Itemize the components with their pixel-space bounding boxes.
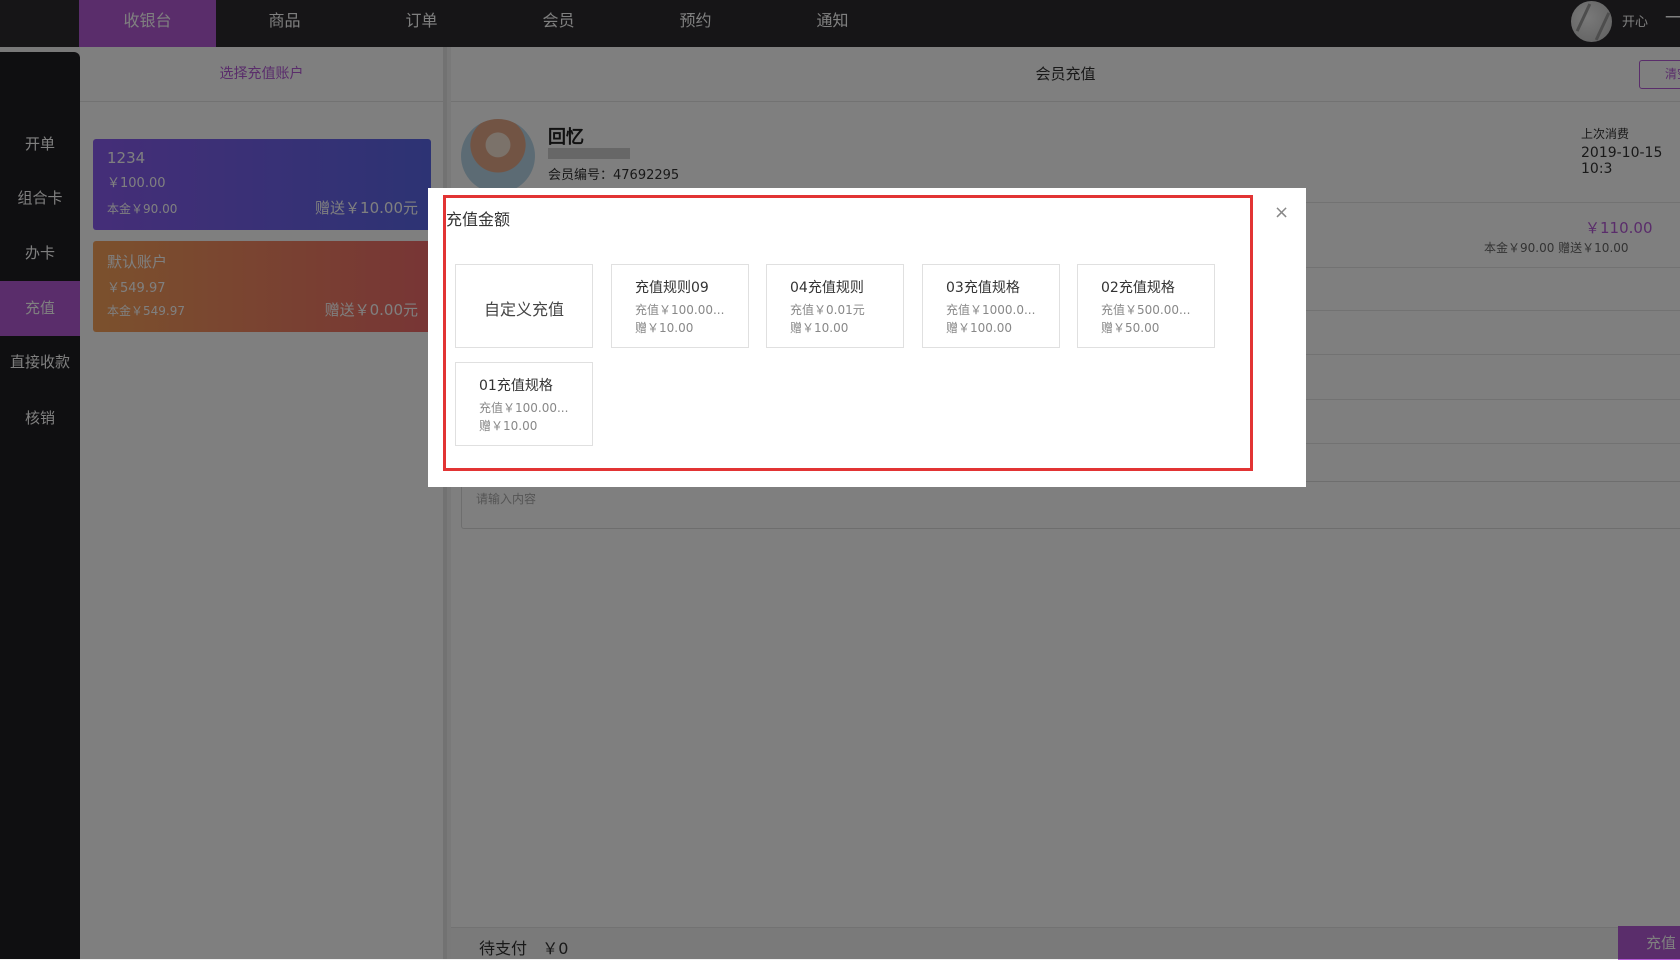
option-title: 03充值规格: [946, 280, 1020, 296]
option-gift: 赠￥50.00: [1101, 321, 1160, 335]
dialog-title: 充值金额: [446, 210, 511, 229]
option-charge: 充值￥100.00...: [479, 401, 569, 415]
option-gift: 赠￥10.00: [479, 419, 538, 433]
option-title: 充值规则09: [635, 280, 709, 296]
recharge-rule-option[interactable]: 01充值规格 充值￥100.00... 赠￥10.00: [455, 362, 593, 446]
option-gift: 赠￥10.00: [790, 321, 849, 335]
option-title: 自定义充值: [483, 300, 564, 319]
recharge-rule-option[interactable]: 02充值规格 充值￥500.00... 赠￥50.00: [1077, 264, 1215, 348]
close-icon[interactable]: ×: [1274, 202, 1289, 223]
option-gift: 赠￥10.00: [635, 321, 694, 335]
option-title: 01充值规格: [479, 378, 553, 394]
option-charge: 充值￥1000.0...: [946, 303, 1036, 317]
option-gift: 赠￥100.00: [946, 321, 1012, 335]
option-title: 02充值规格: [1101, 280, 1175, 296]
recharge-rule-option[interactable]: 04充值规则 充值￥0.01元 赠￥10.00: [766, 264, 904, 348]
recharge-rule-option[interactable]: 充值规则09 充值￥100.00... 赠￥10.00: [611, 264, 749, 348]
option-charge: 充值￥100.00...: [635, 303, 725, 317]
option-charge: 充值￥500.00...: [1101, 303, 1191, 317]
recharge-amount-dialog: 充值金额 × 自定义充值 充值规则09 充值￥100.00... 赠￥10.00…: [428, 188, 1306, 487]
option-title: 04充值规则: [790, 280, 864, 296]
custom-recharge-option[interactable]: 自定义充值: [455, 264, 593, 348]
recharge-rule-option[interactable]: 03充值规格 充值￥1000.0... 赠￥100.00: [922, 264, 1060, 348]
option-charge: 充值￥0.01元: [790, 303, 865, 317]
